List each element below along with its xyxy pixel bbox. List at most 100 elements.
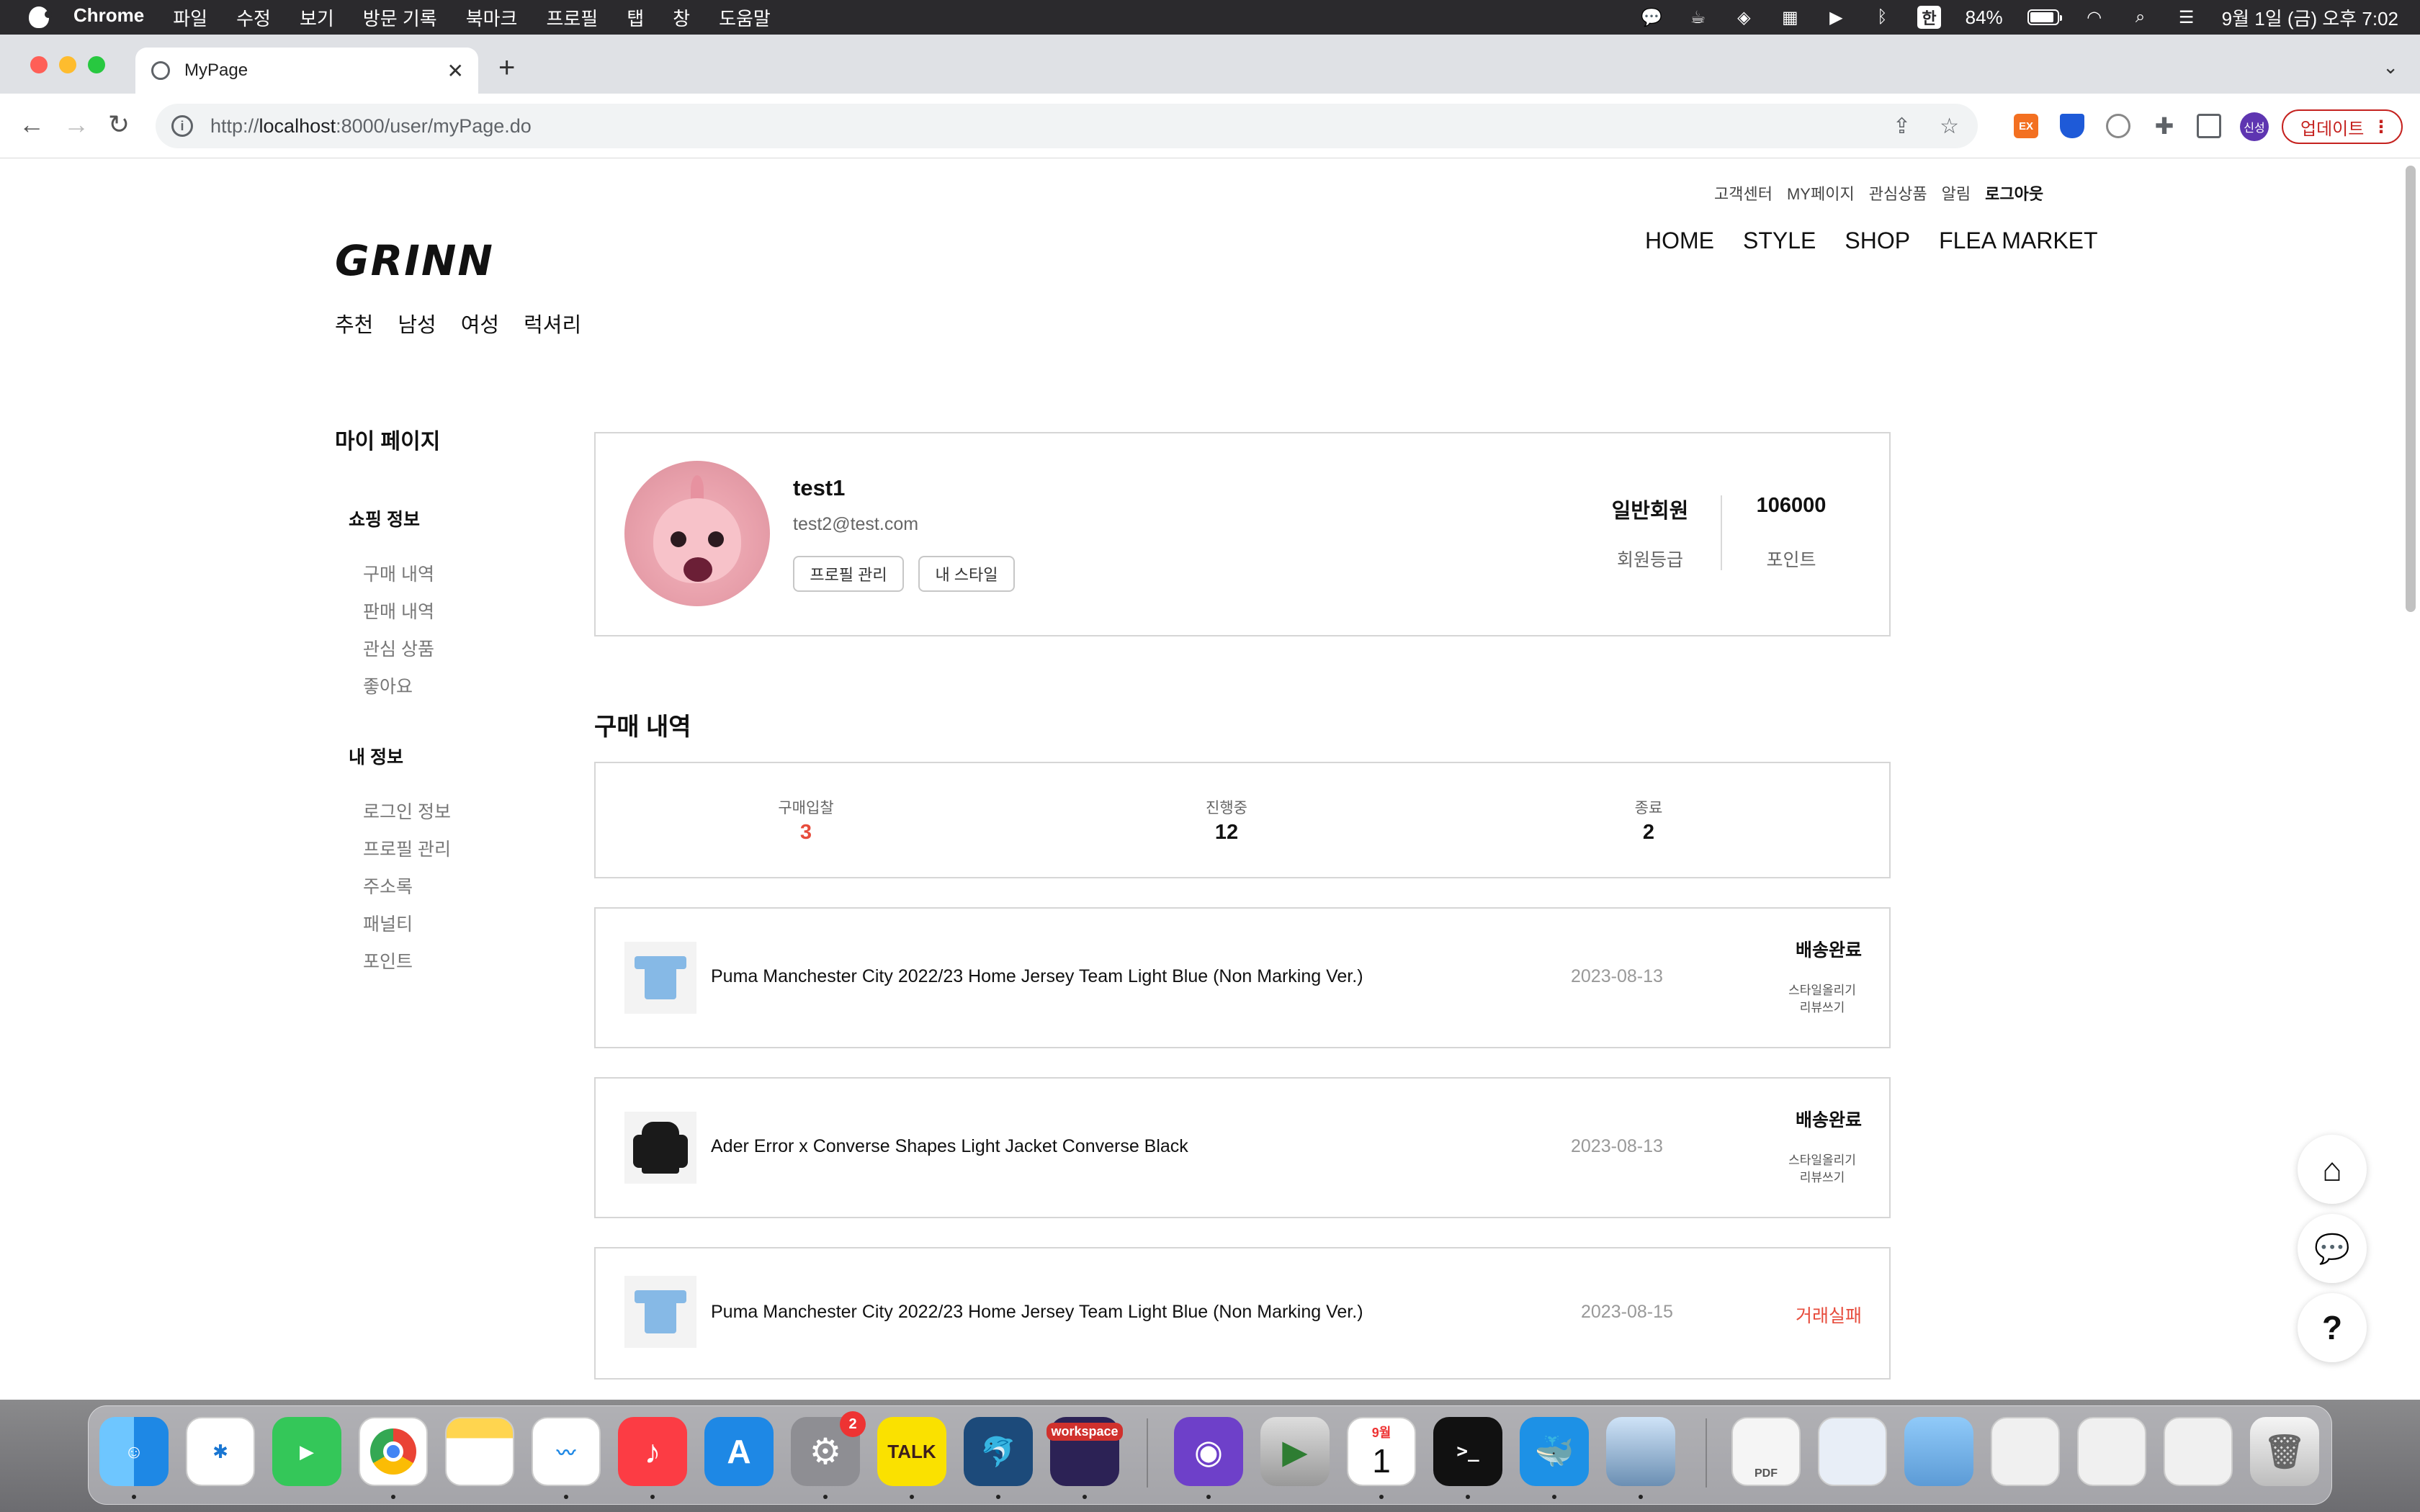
docker-icon[interactable]: 🐳: [1520, 1417, 1589, 1486]
play-icon[interactable]: ▶: [1825, 8, 1847, 27]
close-tab-icon[interactable]: ✕: [447, 59, 464, 83]
product-thumbnail[interactable]: [624, 1112, 696, 1184]
my-style-button[interactable]: 내 스타일: [918, 556, 1015, 592]
finder-icon[interactable]: ☺: [99, 1417, 169, 1486]
list-item[interactable]: Puma Manchester City 2022/23 Home Jersey…: [594, 1247, 1891, 1380]
terminal-icon[interactable]: >_: [1433, 1417, 1502, 1486]
sql-developer-icon[interactable]: ▶: [1260, 1417, 1330, 1486]
info-icon[interactable]: i: [171, 115, 193, 137]
compass-extension-icon[interactable]: [2106, 114, 2130, 138]
kakaotalk-icon[interactable]: TALK: [877, 1417, 946, 1486]
menu-bookmarks[interactable]: 북마크: [466, 4, 518, 31]
nav-style[interactable]: STYLE: [1743, 228, 1816, 254]
list-item[interactable]: Ader Error x Converse Shapes Light Jacke…: [594, 1077, 1891, 1218]
input-source[interactable]: 한: [1917, 6, 1941, 29]
menu-file[interactable]: 파일: [173, 4, 207, 31]
util-link-mypage[interactable]: MY페이지: [1787, 181, 1855, 204]
menu-help[interactable]: 도움말: [719, 4, 771, 31]
github-desktop-icon[interactable]: ◉: [1174, 1417, 1243, 1486]
sidebar-item-point[interactable]: 포인트: [363, 948, 413, 973]
facetime-icon[interactable]: ▶: [272, 1417, 341, 1486]
url-text[interactable]: http://localhost:8000/user/myPage.do: [210, 115, 532, 138]
messages-icon[interactable]: 💬: [1641, 8, 1662, 27]
sidebar-item-purchase[interactable]: 구매 내역: [363, 560, 434, 586]
util-link-wishlist[interactable]: 관심상품: [1869, 181, 1927, 204]
product-name[interactable]: Puma Manchester City 2022/23 Home Jersey…: [711, 1302, 1363, 1323]
cat-women[interactable]: 여성: [461, 308, 499, 338]
upload-style-link[interactable]: 스타일올리기: [1783, 982, 1862, 999]
reload-icon[interactable]: ↻: [108, 109, 130, 140]
share-icon[interactable]: ⇪: [1893, 114, 1911, 139]
side-panel-icon[interactable]: [2197, 114, 2221, 138]
shield-extension-icon[interactable]: [2060, 114, 2084, 138]
notes-icon[interactable]: [445, 1417, 514, 1486]
menu-history[interactable]: 방문 기록: [363, 4, 437, 31]
music-icon[interactable]: ♪: [618, 1417, 687, 1486]
profile-avatar[interactable]: 신성: [2240, 112, 2269, 141]
cat-men[interactable]: 남성: [398, 308, 436, 338]
nav-shop[interactable]: SHOP: [1845, 228, 1910, 254]
menu-tab[interactable]: 탭: [627, 4, 644, 31]
minimize-window-button[interactable]: [59, 56, 76, 73]
star-icon[interactable]: ☆: [1940, 114, 1959, 139]
stat-in-progress[interactable]: 진행중 12: [1155, 796, 1299, 845]
stat-completed[interactable]: 종료 2: [1577, 796, 1721, 845]
sidebar-item-penalty[interactable]: 패널티: [363, 910, 413, 936]
window-thumbnail-icon[interactable]: [1991, 1417, 2060, 1486]
zoom-window-button[interactable]: [88, 56, 105, 73]
forward-arrow-icon[interactable]: →: [63, 109, 89, 140]
wifi-icon[interactable]: ◠: [2084, 8, 2105, 27]
sidebar-item-likes[interactable]: 좋아요: [363, 672, 413, 698]
product-name[interactable]: Ader Error x Converse Shapes Light Jacke…: [711, 1136, 1188, 1157]
control-center-icon[interactable]: ☰: [2176, 8, 2197, 27]
safari-icon[interactable]: ✱: [186, 1417, 255, 1486]
clock[interactable]: 9월 1일 (금) 오후 7:02: [2222, 4, 2398, 31]
nav-flea-market[interactable]: FLEA MARKET: [1939, 228, 2098, 254]
eraser-icon[interactable]: ⌂: [2298, 1135, 2367, 1204]
page-scrollbar[interactable]: [2406, 166, 2416, 612]
preview-icon[interactable]: [1606, 1417, 1675, 1486]
close-window-button[interactable]: [30, 56, 48, 73]
menu-view[interactable]: 보기: [300, 4, 334, 31]
product-name[interactable]: Puma Manchester City 2022/23 Home Jersey…: [711, 966, 1363, 987]
cat-recommend[interactable]: 추천: [335, 308, 373, 338]
freeform-icon[interactable]: 〰: [532, 1417, 601, 1486]
screenshot-thumbnail-icon[interactable]: [1818, 1417, 1887, 1486]
menu-profiles[interactable]: 프로필: [546, 4, 598, 31]
mysql-workbench-icon[interactable]: 🐬: [964, 1417, 1033, 1486]
bluetooth-icon[interactable]: ᛒ: [1871, 7, 1893, 27]
sidebar-item-address[interactable]: 주소록: [363, 873, 413, 899]
keyboard-icon[interactable]: ▦: [1779, 8, 1801, 27]
database-file-icon[interactable]: [1904, 1417, 1973, 1486]
menu-app-name[interactable]: Chrome: [73, 4, 144, 31]
menu-edit[interactable]: 수정: [236, 4, 271, 31]
update-button[interactable]: 업데이트 ⋮: [2282, 109, 2403, 144]
chrome-icon[interactable]: [359, 1417, 428, 1486]
address-bar[interactable]: i http://localhost:8000/user/myPage.do ⇪…: [156, 104, 1978, 148]
nav-home[interactable]: HOME: [1645, 228, 1714, 254]
upload-style-link[interactable]: 스타일올리기: [1783, 1152, 1862, 1169]
sidebar-title[interactable]: 마이 페이지: [335, 423, 440, 455]
cat-luxury[interactable]: 럭셔리: [524, 308, 581, 338]
chat-icon[interactable]: 💬: [2298, 1214, 2367, 1283]
tab-mypage[interactable]: MyPage ✕: [135, 48, 478, 94]
list-item[interactable]: Puma Manchester City 2022/23 Home Jersey…: [594, 907, 1891, 1048]
ex-extension-icon[interactable]: EX: [2014, 114, 2038, 138]
app-store-icon[interactable]: A: [704, 1417, 774, 1486]
new-tab-icon[interactable]: +: [498, 52, 515, 84]
calendar-icon[interactable]: 9월 1: [1347, 1417, 1416, 1486]
sidebar-item-wishlist[interactable]: 관심 상품: [363, 635, 434, 661]
util-link-cs[interactable]: 고객센터: [1714, 181, 1773, 204]
product-thumbnail[interactable]: [624, 1276, 696, 1348]
sidebar-item-login-info[interactable]: 로그인 정보: [363, 798, 451, 824]
battery-icon[interactable]: [2027, 9, 2062, 25]
sidebar-item-profile[interactable]: 프로필 관리: [363, 835, 451, 861]
back-arrow-icon[interactable]: ←: [19, 109, 45, 140]
sidebar-item-sales[interactable]: 판매 내역: [363, 598, 434, 624]
site-logo[interactable]: GRINN: [335, 236, 494, 285]
eclipse-workspace-icon[interactable]: workspace: [1047, 1417, 1123, 1486]
util-link-logout[interactable]: 로그아웃: [1985, 181, 2043, 204]
coffee-icon[interactable]: ☕: [1687, 8, 1708, 27]
window-thumbnail-icon[interactable]: [2164, 1417, 2233, 1486]
cube-icon[interactable]: ◈: [1733, 8, 1754, 27]
